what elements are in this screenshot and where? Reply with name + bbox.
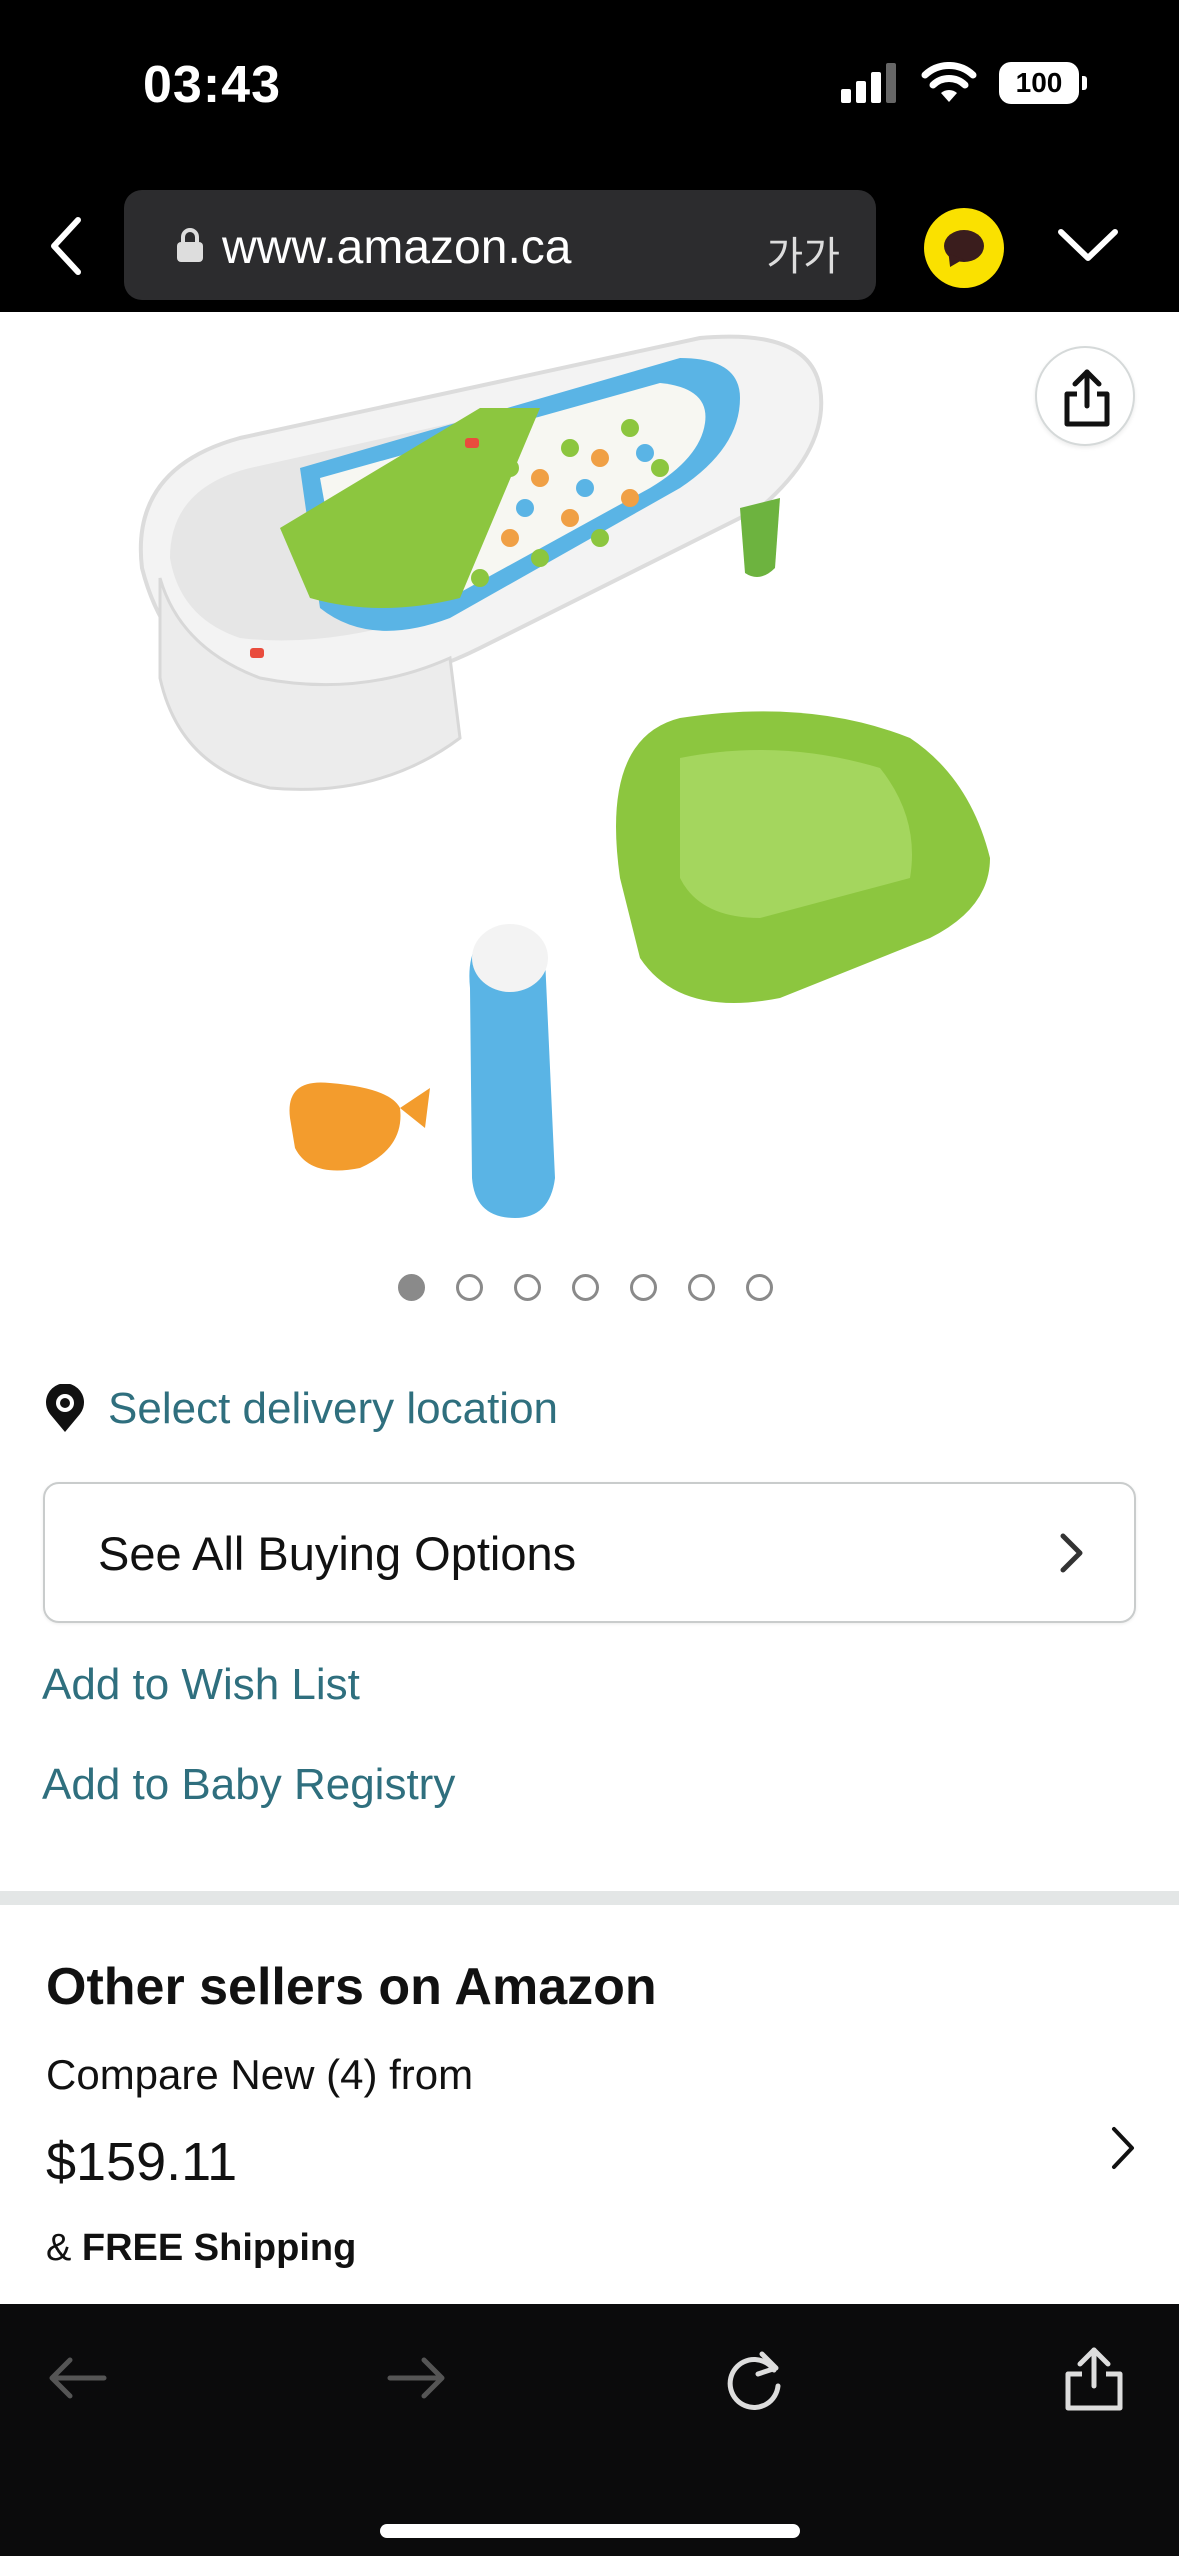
status-bar: 03:43 100 [0,0,1179,180]
text-size-button[interactable]: 가가 [766,224,840,282]
shipping-prefix: & [46,2227,82,2269]
browser-bottom-toolbar [0,2304,1179,2556]
product-page: Select delivery location See All Buying … [0,312,1179,2304]
add-to-baby-registry-link[interactable]: Add to Baby Registry [42,1760,455,1810]
compare-new-text: Compare New (4) from [46,2051,474,2098]
chevron-down-icon[interactable] [1055,222,1121,266]
chevron-right-icon[interactable] [1108,2123,1138,2173]
image-carousel-dots[interactable] [0,1274,1179,1314]
share-icon [1064,369,1110,427]
arrow-left-icon[interactable] [46,2356,108,2400]
browser-toolbar: www.amazon.ca 가가 [0,180,1179,312]
arrow-right-icon[interactable] [386,2356,448,2400]
delivery-location-link[interactable]: Select delivery location [42,1384,558,1434]
share-button[interactable] [1035,346,1135,446]
status-time: 03:43 [143,56,281,114]
battery-indicator: 100 [999,62,1087,104]
refresh-icon[interactable] [722,2348,786,2414]
share-icon[interactable] [1062,2346,1126,2412]
carousel-dot[interactable] [456,1274,483,1301]
url-text: www.amazon.ca [222,221,572,274]
other-sellers-price: $159.11 [46,2132,238,2192]
product-image[interactable] [120,318,1060,1238]
carousel-dot[interactable] [746,1274,773,1301]
section-divider [0,1891,1179,1905]
other-sellers-section[interactable]: Other sellers on Amazon Compare New (4) … [0,1905,1179,2304]
chevron-right-icon [1060,1533,1083,1573]
location-pin-icon [46,1384,84,1432]
status-icons: 100 [841,62,1087,104]
free-shipping-label: FREE Shipping [81,2227,357,2269]
kakaotalk-button[interactable] [924,208,1004,288]
shipping-info: & FREE Shipping [46,2227,356,2270]
delivery-location-label: Select delivery location [108,1384,559,1433]
signal-icon [841,63,896,103]
buying-options-label: See All Buying Options [98,1527,577,1580]
carousel-dot[interactable] [630,1274,657,1301]
carousel-dot[interactable] [398,1274,425,1301]
carousel-dot[interactable] [514,1274,541,1301]
home-indicator[interactable] [380,2524,800,2538]
carousel-dot[interactable] [572,1274,599,1301]
other-sellers-title: Other sellers on Amazon [46,1958,657,2016]
chevron-left-icon[interactable] [42,214,92,278]
see-all-buying-options-button[interactable]: See All Buying Options [43,1482,1136,1623]
wifi-icon [921,62,977,102]
lock-icon [177,228,203,262]
add-to-wish-list-link[interactable]: Add to Wish List [42,1660,360,1710]
url-field[interactable]: www.amazon.ca 가가 [124,190,876,300]
carousel-dot[interactable] [688,1274,715,1301]
